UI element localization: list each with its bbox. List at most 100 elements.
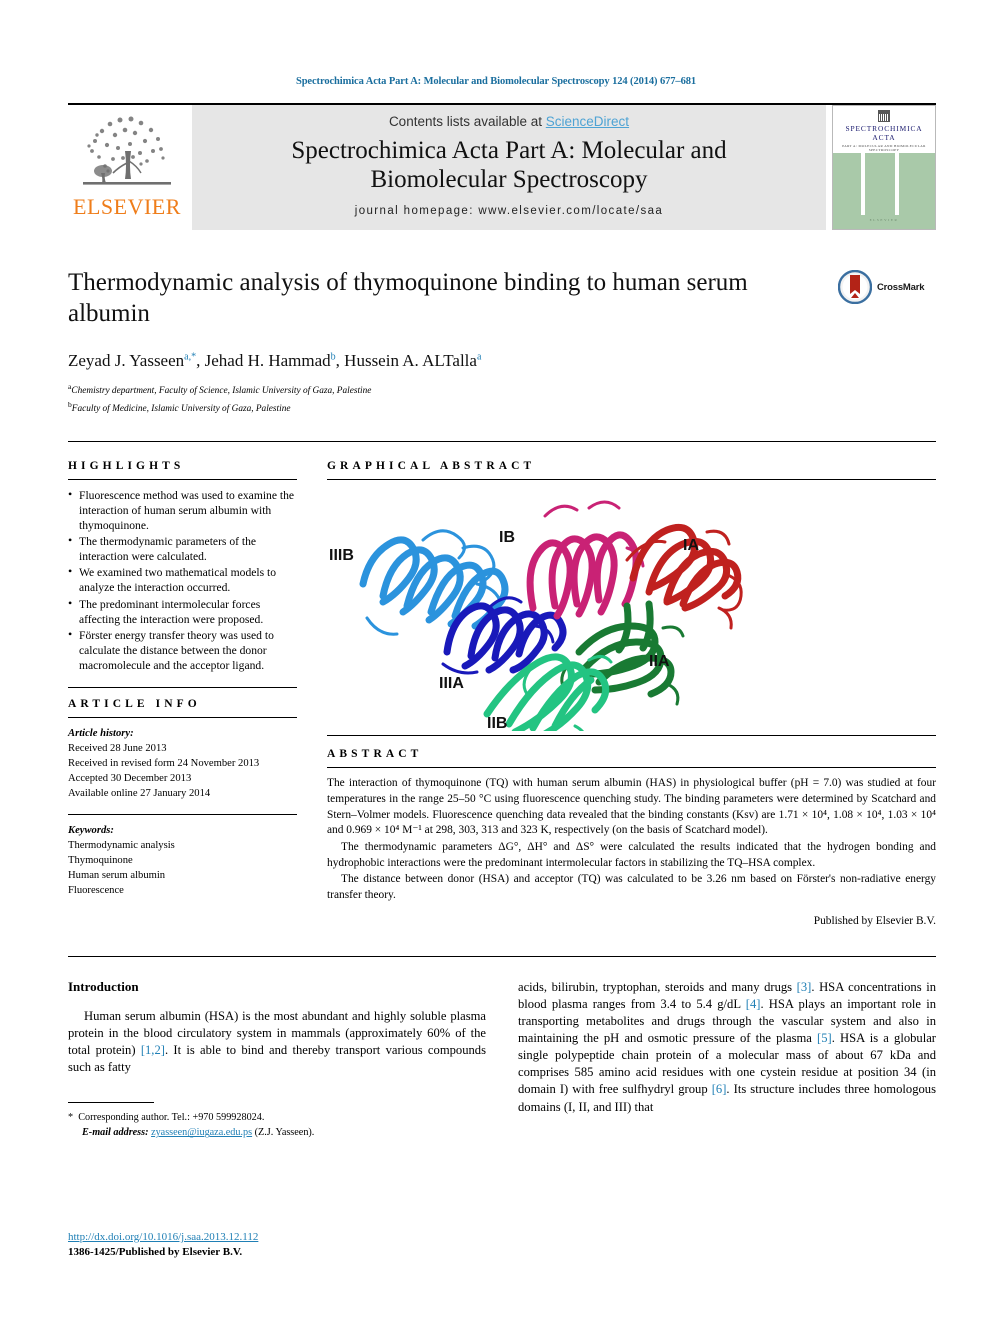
article-info-rule [68,716,297,718]
cover-bar-left [861,153,865,215]
list-item: We examined two mathematical models to a… [68,564,297,595]
journal-cover-thumbnail: SPECTROCHIMICA ACTA PART A: MOLECULAR AN… [832,105,936,230]
right-info-column: GRAPHICAL ABSTRACT IIIB IB IA IIIA IIA I… [311,442,936,930]
list-item: The predominant intermolecular forces af… [68,595,297,627]
cover-mini-logo-icon [878,110,890,122]
title-block: Thermodynamic analysis of thymoquinone b… [68,268,936,417]
cover-bar-right [895,153,899,215]
journal-masthead: ELSEVIER Contents lists available at Sci… [68,103,936,230]
sciencedirect-link[interactable]: ScienceDirect [546,114,629,129]
email-link[interactable]: zyasseen@iugaza.edu.ps [151,1127,252,1138]
citation-ref[interactable]: [1,2] [141,1043,165,1057]
affiliation-list: aChemistry department, Faculty of Scienc… [68,381,936,417]
doi-link[interactable]: http://dx.doi.org/10.1016/j.saa.2013.12.… [68,1231,258,1243]
ga-label-IA: IA [683,537,699,554]
crossmark-label: CrossMark [877,281,925,293]
abstract-top-rule [327,735,936,737]
citation-ref[interactable]: [4] [746,997,761,1011]
elsevier-logo: ELSEVIER [68,105,186,230]
published-by-line: Published by Elsevier B.V. [813,914,936,927]
ga-label-IIIA: IIIA [439,675,464,692]
body-column-left: Introduction Human serum albumin (HSA) i… [68,979,486,1141]
running-head: Spectrochimica Acta Part A: Molecular an… [295,76,697,87]
article-history-label: Article history: [68,727,134,739]
author-list: Zeyad J. Yasseena,*, Jehad H. Hammadb, H… [68,351,482,370]
highlights-list: Fluorescence method was used to examine … [68,487,297,673]
author-marks[interactable]: a [477,351,481,362]
masthead-center: Contents lists available at ScienceDirec… [192,105,826,230]
corresponding-author-text: Corresponding author. Tel.: +970 5999280… [78,1112,265,1124]
cover-title-line2: ACTA [872,133,896,143]
affiliation-item: bFaculty of Medicine, Islamic University… [68,399,936,417]
body-separator-rule [68,955,936,957]
crossmark-badge[interactable]: CrossMark [838,270,936,304]
author-marks[interactable]: a,* [184,351,196,362]
info-band: HIGHLIGHTS Fluorescence method was used … [68,441,936,930]
ga-label-IIA: IIA [649,653,670,670]
list-item: Fluorescence method was used to examine … [68,487,297,533]
article-page: Spectrochimica Acta Part A: Molecular an… [0,0,992,1323]
citation-ref[interactable]: [5] [817,1031,832,1045]
keyword-item: Thermodynamic analysis [68,840,175,851]
cover-header: SPECTROCHIMICA ACTA PART A: MOLECULAR AN… [833,106,935,153]
body-column-right: acids, bilirubin, tryptophan, steroids a… [518,979,936,1141]
abstract-heading: ABSTRACT [327,748,423,761]
graphical-abstract-figure: IIIB IB IA IIIA IIA IIB [327,488,936,732]
abstract-paragraph: The distance between donor (HSA) and acc… [327,873,936,902]
contents-prefix: Contents lists available at [388,114,546,129]
contents-available-line: Contents lists available at ScienceDirec… [198,114,820,129]
affiliation-item: aChemistry department, Faculty of Scienc… [68,381,936,399]
article-info-top-rule [68,686,297,688]
footnote-block: * Corresponding author. Tel.: +970 59992… [68,1102,486,1141]
keywords-block: Keywords: Thermodynamic analysis Thymoqu… [68,823,297,898]
history-item: Accepted 30 December 2013 [68,772,192,784]
body-columns: Introduction Human serum albumin (HSA) i… [68,979,936,1141]
author-name: Jehad H. Hammad [204,351,331,370]
list-item: The thermodynamic parameters of the inte… [68,533,297,564]
ga-label-IIIB: IIIB [329,547,354,564]
citation-ref[interactable]: [6] [712,1082,727,1096]
corresponding-author-note: * Corresponding author. Tel.: +970 59992… [68,1112,265,1124]
highlights-heading: HIGHLIGHTS [68,460,185,473]
ga-label-IB: IB [499,529,515,546]
article-info-heading: ARTICLE INFO [68,697,201,710]
affiliation-text: Chemistry department, Faculty of Science… [71,386,372,397]
body-paragraph: Human serum albumin (HSA) is the most ab… [68,1008,486,1075]
section-title-introduction: Introduction [68,978,139,994]
abstract-paragraph: The thermodynamic parameters ΔG°, ΔH° an… [327,841,936,869]
abstract-rule [327,767,936,769]
email-note: E-mail address: zyasseen@iugaza.edu.ps (… [68,1125,486,1140]
abstract-body: The interaction of thymoquinone (TQ) wit… [327,776,936,930]
author-name: Hussein A. ALTalla [344,351,477,370]
author-name: Zeyad J. Yasseen [68,351,185,370]
journal-title-line1: Spectrochimica Acta Part A: Molecular an… [291,137,727,164]
graphical-abstract-heading: GRAPHICAL ABSTRACT [327,460,536,473]
affiliation-text: Faculty of Medicine, Islamic University … [71,404,291,415]
issn-line: 1386-1425/Published by Elsevier B.V. [68,1246,243,1259]
history-item: Received 28 June 2013 [68,742,167,754]
email-suffix: (Z.J. Yasseen). [254,1127,315,1139]
cover-footer-text: ELSEVIER [869,218,899,222]
abstract-paragraph: The interaction of thymoquinone (TQ) wit… [327,777,936,837]
body-paragraph: acids, bilirubin, tryptophan, steroids a… [518,979,936,1114]
citation-ref[interactable]: [3] [797,980,812,994]
journal-title-line2: Biomolecular Spectroscopy [370,166,648,194]
elsevier-wordmark: ELSEVIER [73,194,181,219]
keyword-item: Thymoquinone [68,855,133,867]
crossmark-icon[interactable] [838,270,872,304]
hsa-protein-ribbon-diagram: IIIB IB IA IIIA IIA IIB [327,488,923,732]
footnote-rule [68,1102,154,1104]
ga-label-IIB: IIB [487,715,507,731]
history-item: Received in revised form 24 November 201… [68,757,260,769]
author-marks[interactable]: b [331,351,336,362]
keywords-rule [68,813,297,815]
left-info-column: HIGHLIGHTS Fluorescence method was used … [68,442,311,930]
keyword-item: Human serum albumin [68,870,166,882]
page-title: Thermodynamic analysis of thymoquinone b… [68,269,748,327]
graphical-abstract-rule [327,479,936,481]
footnote-text: * Corresponding author. Tel.: +970 59992… [68,1110,486,1141]
keywords-label: Keywords: [68,824,114,836]
elsevier-tree-icon [83,116,171,185]
history-item: Available online 27 January 2014 [68,787,211,799]
email-label: E-mail address: [82,1127,149,1139]
